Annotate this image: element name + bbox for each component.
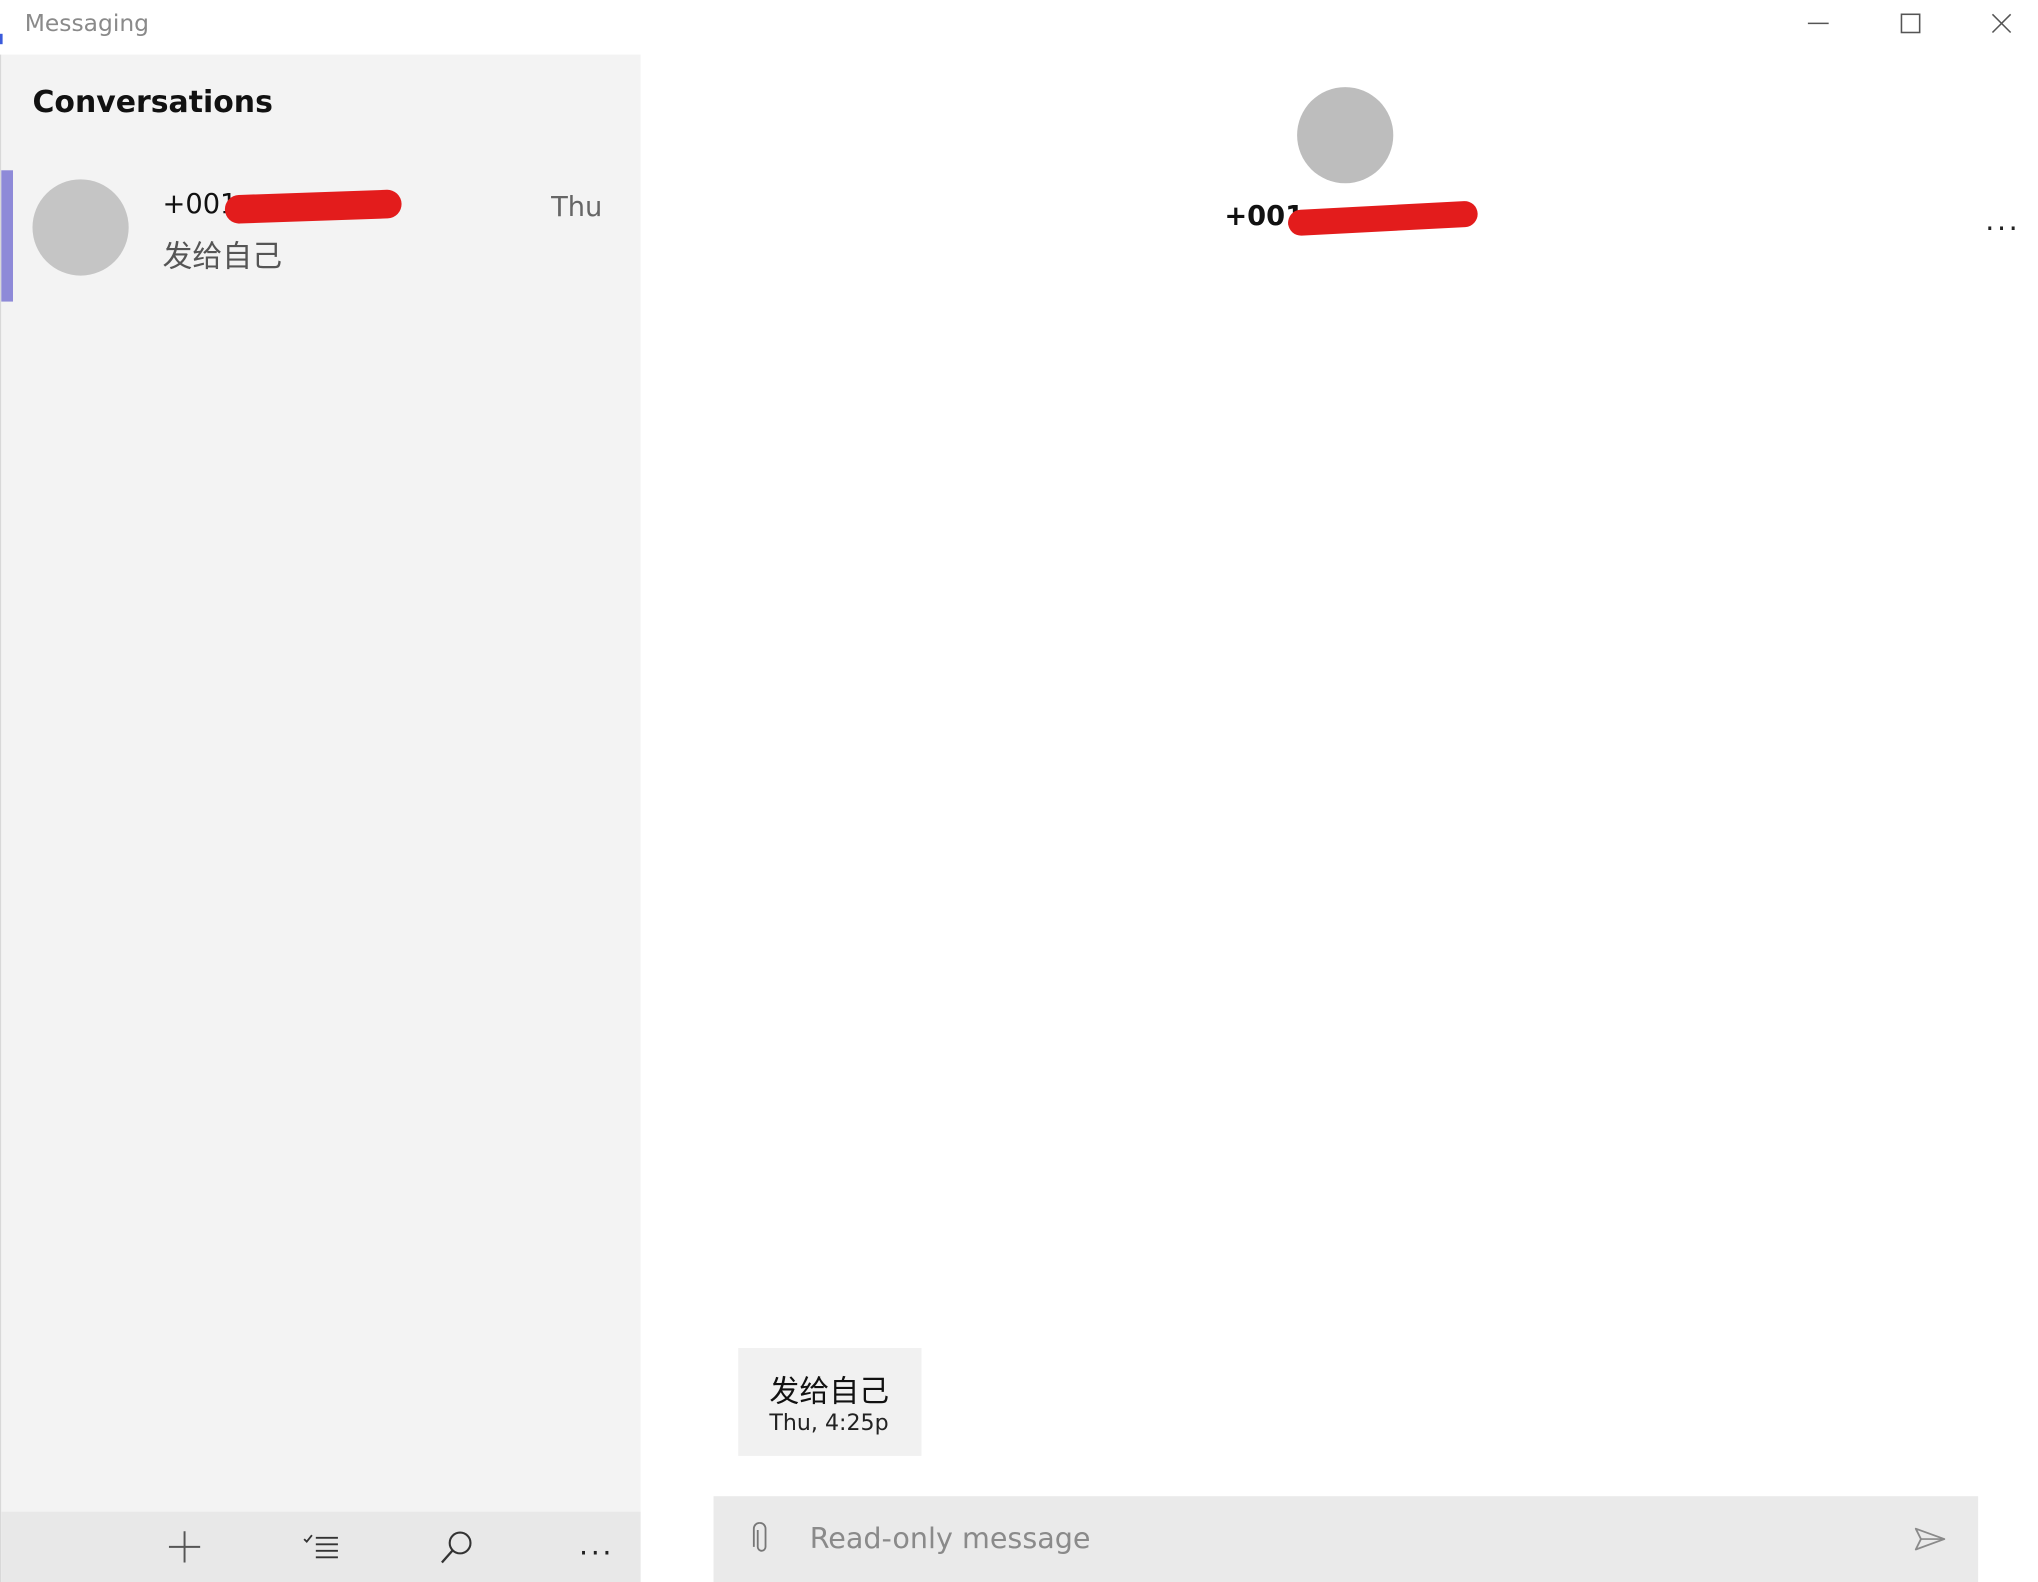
paperclip-icon [752, 1522, 767, 1552]
search-icon [441, 1531, 472, 1564]
select-list-icon [303, 1534, 338, 1559]
send-icon [1914, 1527, 1946, 1551]
title-bar: Messaging [0, 0, 2038, 55]
redaction-mark [224, 189, 403, 225]
conversation-list-item[interactable]: +001 发给自己 Thu [1, 170, 640, 302]
conversation-date: Thu [551, 191, 603, 223]
message-text: 发给自己 [769, 1375, 889, 1410]
conversations-heading: Conversations [32, 85, 273, 120]
send-button[interactable] [1907, 1520, 1954, 1559]
minimize-icon [1807, 22, 1829, 25]
redaction-mark [1287, 200, 1479, 237]
conversations-sidebar: Conversations +001 发给自己 Thu ... [1, 54, 641, 1582]
conversation-pane: +001 ... 发给自己 Thu, 4:25p [640, 54, 2038, 1582]
message-input[interactable] [809, 1513, 1876, 1566]
conversation-preview: 发给自己 [162, 240, 283, 275]
close-button[interactable] [1956, 0, 2038, 47]
maximize-button[interactable] [1865, 0, 1956, 47]
maximize-icon [1900, 13, 1921, 34]
attach-button[interactable] [742, 1520, 781, 1559]
select-button[interactable] [282, 1512, 360, 1582]
more-icon: ... [1985, 205, 2021, 238]
selected-indicator [1, 170, 13, 302]
sidebar-toolbar: ... [1, 1511, 641, 1582]
minimize-button[interactable] [1773, 0, 1864, 47]
more-button[interactable]: ... [558, 1512, 636, 1582]
window-edge-mark [0, 33, 3, 45]
more-icon: ... [579, 1529, 615, 1563]
message-timestamp: Thu, 4:25p [769, 1410, 889, 1437]
message-bubble[interactable]: 发给自己 Thu, 4:25p [738, 1347, 922, 1456]
avatar [32, 179, 129, 276]
app-title: Messaging [24, 10, 150, 38]
conversation-more-button[interactable]: ... [1979, 203, 2026, 242]
contact-avatar[interactable] [1297, 87, 1394, 184]
messaging-window: Messaging Conversations +001 发给自己 Thu ..… [0, 0, 2038, 1582]
close-icon [1991, 13, 2012, 34]
message-composer [713, 1496, 1979, 1582]
search-button[interactable] [417, 1512, 495, 1582]
plus-icon [168, 1531, 201, 1563]
new-message-button[interactable] [146, 1512, 224, 1582]
